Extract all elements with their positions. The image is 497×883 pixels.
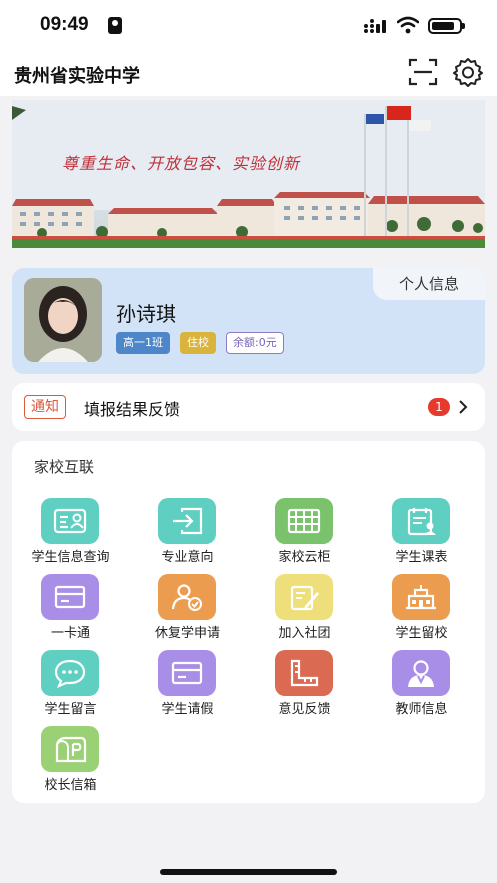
avatar [24,278,102,362]
campus-banner[interactable]: 尊重生命、开放包容、实验创新 [12,100,485,248]
service-student-leave[interactable]: 学生请假 [129,650,246,720]
student-name: 孙诗琪 [116,302,176,326]
campus-photo [12,100,485,248]
login-arrow-icon [173,507,203,535]
service-teacher-info[interactable]: 教师信息 [363,650,480,720]
service-label: 休复学申请 [154,626,220,641]
home-indicator[interactable] [160,869,337,875]
schedule-icon [407,508,436,536]
service-icon-bg [158,574,216,620]
service-icon-bg [275,574,333,620]
service-label: 加入社团 [278,626,331,641]
wifi-icon [397,16,419,34]
service-label: 教师信息 [395,702,448,717]
chevron-right-icon [459,400,468,414]
ruler-icon [290,659,319,687]
service-label: 学生留校 [395,626,448,641]
service-label: 意见反馈 [278,702,331,717]
cabinet-icon [287,508,321,534]
service-icon-bg [392,498,450,544]
service-icon-bg [392,574,450,620]
teacher-icon [408,660,434,687]
service-icon-bg [392,650,450,696]
unread-count-badge: 1 [428,398,450,416]
notice-bar[interactable]: 通知 填报结果反馈 1 [12,383,485,431]
service-icon-bg [41,498,99,544]
card-icon [171,661,203,685]
service-stay-at-school[interactable]: 学生留校 [363,574,480,644]
balance-badge: 余额:0元 [226,332,284,354]
service-icon-bg [41,650,99,696]
service-icon-bg [41,574,99,620]
service-campus-card[interactable]: 一卡通 [12,574,129,644]
service-icon-bg [41,726,99,772]
dorm-badge: 住校 [180,332,216,354]
gear-icon[interactable] [452,57,484,87]
user-check-icon [171,584,202,611]
service-label: 学生留言 [44,702,97,717]
service-icon-bg [275,498,333,544]
status-bar: 09:49 [0,0,497,50]
service-label: 学生请假 [161,702,214,717]
service-leave-resume-application[interactable]: 休复学申请 [129,574,246,644]
service-label: 一卡通 [50,626,90,641]
chat-bubble-icon [54,659,86,688]
id-card-icon [53,508,87,534]
section-title: 家校互联 [34,458,95,476]
notice-text: 填报结果反馈 [84,400,181,419]
service-major-intention[interactable]: 专业意向 [129,498,246,568]
service-principal-mailbox[interactable]: 校长信箱 [12,726,129,796]
service-join-club[interactable]: 加入社团 [246,574,363,644]
service-student-info[interactable]: 学生信息查询 [12,498,129,568]
edit-icon [290,585,319,611]
app-bar: 贵州省实验中学 [0,50,497,96]
service-class-schedule[interactable]: 学生课表 [363,498,480,568]
school-building-icon [406,585,436,610]
cellular-signal-icon [364,19,386,33]
service-label: 专业意向 [161,550,214,565]
scan-icon[interactable] [408,58,438,86]
contact-card-icon [108,17,122,34]
service-label: 学生课表 [395,550,448,565]
service-icon-bg [158,650,216,696]
service-label: 家校云柜 [278,550,331,565]
service-student-message[interactable]: 学生留言 [12,650,129,720]
mailbox-icon [55,736,87,763]
services-panel: 家校互联 学生信息查询 专业意向 家校云柜 学生课表 一卡通 休复学申请 加入社… [12,441,485,803]
service-icon-bg [158,498,216,544]
status-time: 09:49 [40,14,89,35]
page-title: 贵州省实验中学 [14,66,140,87]
service-label: 校长信箱 [44,778,97,793]
student-profile-card[interactable]: 个人信息 孙诗琪 高一1班 住校 余额:0元 [12,268,485,374]
personal-info-tab[interactable]: 个人信息 [373,268,485,300]
banner-slogan: 尊重生命、开放包容、实验创新 [62,154,301,173]
class-badge: 高一1班 [116,332,170,354]
battery-icon [428,18,465,34]
service-feedback[interactable]: 意见反馈 [246,650,363,720]
card-icon [54,585,86,609]
service-icon-bg [275,650,333,696]
notice-tag: 通知 [24,395,66,419]
service-cloud-cabinet[interactable]: 家校云柜 [246,498,363,568]
service-label: 学生信息查询 [31,550,110,565]
